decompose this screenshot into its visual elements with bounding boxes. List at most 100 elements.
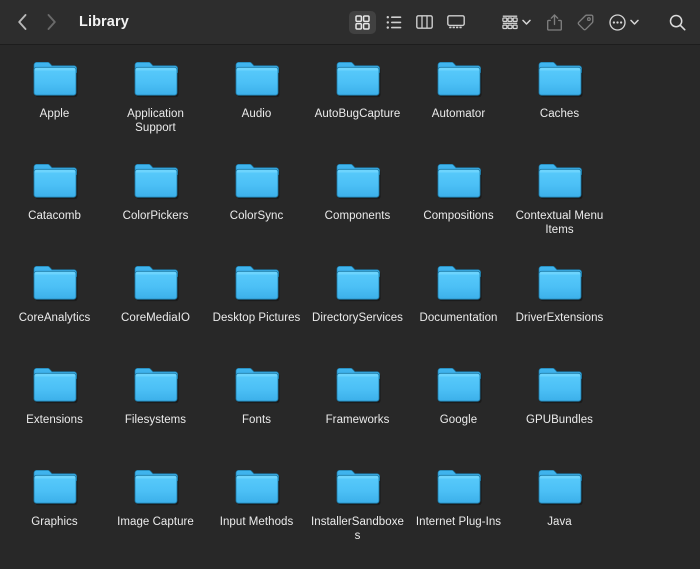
folder-icon [538,265,583,302]
view-mode-segmented-control [349,10,469,34]
folder-icon [235,61,280,98]
file-item-label: Documentation [419,312,498,324]
file-item[interactable]: Automator [408,55,509,157]
folder-icon [436,162,482,201]
file-item[interactable]: Extensions [4,361,105,463]
gallery-icon [446,15,465,29]
file-item-label: Internet Plug-Ins [415,516,502,528]
file-item[interactable]: Graphics [4,463,105,565]
forward-button[interactable] [43,10,60,34]
file-item[interactable]: CoreAnalytics [4,259,105,361]
folder-icon [33,469,78,506]
file-item[interactable]: Documentation [408,259,509,361]
folder-icon [235,367,280,404]
file-item[interactable]: GPUBundles [509,361,610,463]
folder-icon [537,264,583,303]
folder-icon [537,366,583,405]
view-mode-column-button[interactable] [411,11,438,34]
folder-icon [538,469,583,506]
folder-icon [437,367,482,404]
tags-button[interactable] [574,9,597,35]
finder-window: Library Apple Application Support Audio … [0,0,700,569]
search-button[interactable] [664,9,690,35]
view-mode-gallery-button[interactable] [442,11,469,34]
folder-icon [33,163,78,200]
file-item[interactable]: DirectoryServices [307,259,408,361]
folder-icon [133,366,179,405]
file-item-label: Components [324,210,391,222]
file-item[interactable]: Audio [206,55,307,157]
file-item[interactable]: Application Support [105,55,206,157]
file-item[interactable]: Image Capture [105,463,206,565]
folder-icon [234,162,280,201]
share-button[interactable] [544,9,565,35]
file-item-label: Fonts [241,414,271,426]
folder-icon [437,163,482,200]
file-item-label: AutoBugCapture [314,108,401,120]
file-item[interactable]: DriverExtensions [509,259,610,361]
more-options-button[interactable] [606,9,642,35]
file-item[interactable]: Filesystems [105,361,206,463]
file-item[interactable]: Input Methods [206,463,307,565]
file-item[interactable]: Java [509,463,610,565]
folder-icon [336,265,381,302]
file-item[interactable]: Compositions [408,157,509,259]
file-item[interactable]: Frameworks [307,361,408,463]
file-item[interactable]: Contextual Menu Items [509,157,610,259]
file-item[interactable]: Catacomb [4,157,105,259]
file-item[interactable]: ColorSync [206,157,307,259]
folder-icon [336,367,381,404]
folder-icon [133,468,179,507]
file-item[interactable]: Caches [509,55,610,157]
folder-icon [437,61,482,98]
navigation-buttons [14,10,60,34]
folder-icon [134,163,179,200]
folder-icon [234,366,280,405]
file-item-label: Application Support [127,108,184,134]
file-item[interactable]: Desktop Pictures [206,259,307,361]
group-by-button[interactable] [499,9,534,35]
view-mode-icon-button[interactable] [349,10,376,34]
file-item-label: Filesystems [124,414,187,426]
file-item-label: Image Capture [117,516,194,528]
file-item[interactable]: Internet Plug-Ins [408,463,509,565]
file-item[interactable]: Apple [4,55,105,157]
file-item[interactable]: Google [408,361,509,463]
folder-icon [537,468,583,507]
folder-icon [235,469,280,506]
folder-icon [32,366,78,405]
folder-icon [33,367,78,404]
file-item[interactable]: ColorPickers [105,157,206,259]
folder-icon [33,265,78,302]
view-mode-list-button[interactable] [380,11,407,34]
folder-icon [437,265,482,302]
tag-icon [577,14,594,30]
file-item[interactable]: CoreMediaIO [105,259,206,361]
chevron-down-icon [522,19,531,25]
toolbar-action-buttons [499,9,642,35]
folder-icon [133,264,179,303]
folder-icon [335,162,381,201]
file-item-label: Java [547,516,572,528]
back-button[interactable] [14,10,31,34]
icon-grid: Apple Application Support Audio AutoBugC… [0,55,700,565]
file-browser-content[interactable]: Apple Application Support Audio AutoBugC… [0,45,700,569]
file-item-label: Frameworks [325,414,390,426]
file-item[interactable]: Fonts [206,361,307,463]
file-item[interactable]: Components [307,157,408,259]
folder-icon [436,366,482,405]
folder-icon [32,468,78,507]
file-item-label: Extensions [26,414,83,426]
folder-icon [336,61,381,98]
file-item[interactable]: InstallerSandboxes [307,463,408,565]
folder-icon [538,367,583,404]
folder-icon [32,264,78,303]
file-item[interactable]: AutoBugCapture [307,55,408,157]
file-item-label: CoreMediaIO [121,312,190,324]
share-icon [547,13,562,31]
folder-icon [133,60,179,99]
folder-icon [335,366,381,405]
file-item-label: Catacomb [28,210,81,222]
folder-icon [335,264,381,303]
file-item-label: Desktop Pictures [212,312,301,324]
